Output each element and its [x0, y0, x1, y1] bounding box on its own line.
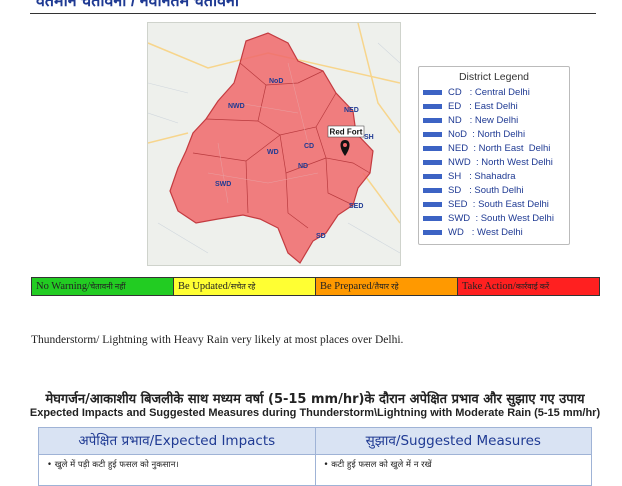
warning-hindi: कार्रवाई करें: [515, 282, 550, 291]
legend-item-label: ED : East Delhi: [448, 101, 518, 112]
legend-swatch: [423, 103, 442, 109]
forecast-text: Thunderstorm/ Lightning with Heavy Rain …: [31, 334, 404, 346]
legend-item-label: NED : North East Delhi: [448, 143, 551, 154]
district-label-sh: SH: [364, 134, 374, 141]
legend-swatch: [423, 159, 442, 165]
district-label-ned: NED: [344, 107, 359, 114]
legend-item: SD : South Delhi: [423, 185, 524, 199]
legend-swatch: [423, 89, 442, 95]
warning-no-warning: No Warning/चेतावनी नहीं: [32, 278, 173, 295]
legend-item-label: NWD : North West Delhi: [448, 157, 553, 168]
legend-item-label: SED : South East Delhi: [448, 199, 549, 210]
district-label-swd: SWD: [215, 181, 232, 188]
legend-item-label: WD : West Delhi: [448, 227, 523, 238]
legend-title: District Legend: [458, 71, 530, 83]
district-label-sed: SED: [349, 203, 364, 210]
warning-be-prepared: Be Prepared/तैयार रहे: [315, 278, 457, 295]
legend-item-label: ND : New Delhi: [448, 115, 519, 126]
legend-swatch: [423, 173, 442, 179]
legend-item: SWD : South West Delhi: [423, 213, 554, 227]
district-label-sd: SD: [316, 233, 326, 240]
impacts-table: अपेक्षित प्रभाव/Expected Impacts सुझाव/S…: [38, 427, 592, 486]
warning-take-action: Take Action/कार्रवाई करें: [457, 278, 599, 295]
legend-swatch: [423, 117, 442, 123]
legend-item-label: SH : Shahadra: [448, 171, 516, 182]
impacts-title-english: Expected Impacts and Suggested Measures …: [29, 407, 601, 419]
legend-item: NED : North East Delhi: [423, 143, 550, 157]
legend-item: WD : West Delhi: [423, 227, 523, 241]
warning-label: No Warning/: [36, 281, 91, 292]
legend-item: ED : East Delhi: [423, 101, 518, 115]
district-legend: District Legend CD : Central Delhi ED : …: [418, 66, 570, 245]
legend-swatch: [423, 131, 442, 137]
warning-be-updated: Be Updated/सचेत रहे: [173, 278, 315, 295]
district-label-nwd: NWD: [228, 103, 245, 110]
warning-label: Take Action/: [462, 281, 516, 292]
district-label-nd: ND: [298, 163, 309, 170]
measure-cell: • कटी हुई फसल को खुले में न रखें: [314, 455, 592, 485]
header-suggested-measures: सुझाव/Suggested Measures: [314, 428, 591, 454]
warning-hindi: सचेत रहे: [230, 282, 256, 291]
legend-swatch: [423, 201, 442, 207]
impacts-title-hindi: मेघगर्जन/आकाशीय बिजलीके साथ मध्यम वर्षा …: [45, 392, 585, 407]
district-label-wd: WD: [267, 149, 279, 156]
legend-swatch: [423, 145, 442, 151]
legend-item: SH : Shahadra: [423, 171, 516, 185]
legend-item-label: CD : Central Delhi: [448, 87, 530, 98]
impact-cell: • खुले में पड़ी कटी हुई फसल को नुकसान।: [47, 460, 179, 470]
district-label-nod: NoD: [269, 78, 284, 85]
legend-swatch: [423, 215, 442, 221]
warning-hindi: तैयार रहे: [374, 282, 399, 291]
legend-item-label: NoD : North Delhi: [448, 129, 526, 140]
legend-item-label: SD : South Delhi: [448, 185, 524, 196]
legend-item: NWD : North West Delhi: [423, 157, 553, 171]
legend-swatch: [423, 187, 442, 193]
warning-label: Be Updated/: [178, 281, 231, 292]
svg-text:Red Fort: Red Fort: [330, 128, 363, 137]
legend-item: SED : South East Delhi: [423, 199, 549, 213]
warning-color-bar: No Warning/चेतावनी नहीं Be Updated/सचेत …: [31, 277, 600, 296]
heading-rule: [30, 13, 596, 14]
legend-item-label: SWD : South West Delhi: [448, 213, 554, 224]
legend-swatch: [423, 229, 442, 235]
legend-item: CD : Central Delhi: [423, 87, 530, 101]
warning-hindi: चेतावनी नहीं: [90, 282, 126, 291]
delhi-district-map: Red Fort NoD NED NWD WD CD ND SWD SD SED…: [147, 22, 401, 266]
page-heading: वर्तमान चेतावनी / नवीनतम चेतावनी: [36, 0, 240, 10]
header-expected-impacts: अपेक्षित प्रभाव/Expected Impacts: [39, 428, 315, 454]
warning-label: Be Prepared/: [320, 281, 375, 292]
legend-item: ND : New Delhi: [423, 115, 518, 129]
impacts-table-header: अपेक्षित प्रभाव/Expected Impacts सुझाव/S…: [39, 428, 591, 454]
legend-item: NoD : North Delhi: [423, 129, 525, 143]
map-graphic: Red Fort: [148, 23, 400, 264]
district-label-cd: CD: [304, 143, 315, 150]
